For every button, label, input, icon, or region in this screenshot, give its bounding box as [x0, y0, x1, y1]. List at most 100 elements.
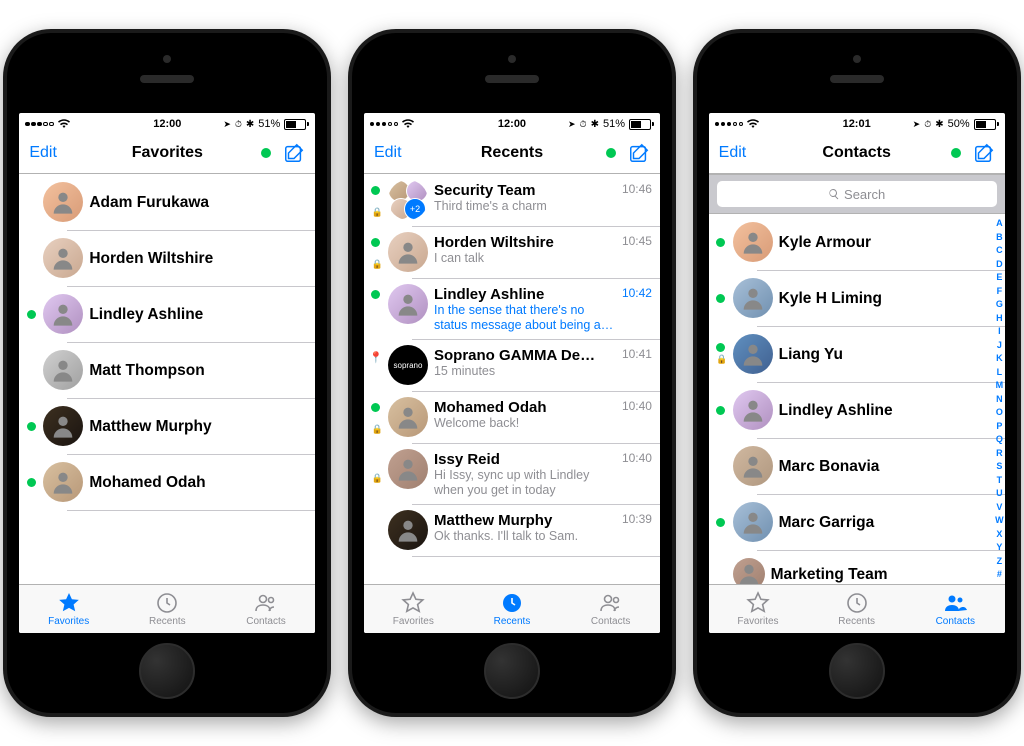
list-item[interactable]: Lindley Ashline	[709, 382, 1005, 438]
index-letter[interactable]: T	[995, 475, 1004, 486]
list-item[interactable]: Lindley Ashline In the sense that there'…	[364, 278, 660, 339]
tab-contacts[interactable]: Contacts	[906, 585, 1005, 633]
alarm-icon: ⏱	[924, 119, 931, 130]
signal-dots-icon	[370, 122, 399, 127]
message-preview: Welcome back!	[434, 416, 616, 431]
tab-contacts[interactable]: Contacts	[217, 585, 316, 633]
index-letter[interactable]: L	[995, 367, 1004, 378]
avatar	[733, 334, 773, 374]
brand-logo: soprano	[394, 361, 423, 370]
recents-list[interactable]: 🔒 +2 Security Team Third time's a charm …	[364, 174, 660, 584]
tab-label: Favorites	[48, 616, 89, 627]
edit-button[interactable]: Edit	[374, 144, 402, 162]
index-letter[interactable]: W	[995, 515, 1004, 526]
index-letter[interactable]: P	[995, 421, 1004, 432]
list-item[interactable]: 📍 soprano Soprano GAMMA De… 15 minutes 1…	[364, 339, 660, 391]
contacts-list[interactable]: Kyle Armour Kyle H Liming 🔒 Liang Yu	[709, 214, 1005, 584]
list-item[interactable]: Marketing Team	[709, 550, 1005, 584]
tab-recents[interactable]: Recents	[463, 585, 562, 633]
wifi-icon	[402, 118, 414, 131]
home-button[interactable]	[484, 643, 540, 699]
list-item[interactable]: Marc Garriga	[709, 494, 1005, 550]
index-letter[interactable]: M	[995, 380, 1004, 391]
avatar	[388, 232, 428, 272]
index-letter[interactable]: I	[995, 326, 1004, 337]
favorites-list[interactable]: Adam Furukawa Horden Wiltshire Lindley A…	[19, 174, 315, 584]
edit-button[interactable]: Edit	[29, 144, 57, 162]
index-letter[interactable]: Y	[995, 542, 1004, 553]
index-letter[interactable]: D	[995, 259, 1004, 270]
list-item[interactable]: 🔒 Horden Wiltshire I can talk 10:45	[364, 226, 660, 278]
list-item[interactable]: Kyle H Liming	[709, 270, 1005, 326]
tab-recents[interactable]: Recents	[807, 585, 906, 633]
index-letter[interactable]: #	[995, 569, 1004, 580]
location-pin-icon: 📍	[369, 351, 383, 364]
tab-favorites[interactable]: Favorites	[364, 585, 463, 633]
avatar	[733, 558, 765, 584]
list-item[interactable]: 🔒 Mohamed Odah Welcome back! 10:40	[364, 391, 660, 443]
location-icon: ➤	[223, 119, 231, 130]
home-button[interactable]	[139, 643, 195, 699]
index-letter[interactable]: H	[995, 313, 1004, 324]
tab-favorites[interactable]: Favorites	[709, 585, 808, 633]
list-item[interactable]: 🔒 Liang Yu	[709, 326, 1005, 382]
tab-favorites[interactable]: Favorites	[19, 585, 118, 633]
index-letter[interactable]: V	[995, 502, 1004, 513]
list-item[interactable]: Horden Wiltshire	[19, 230, 315, 286]
edit-button[interactable]: Edit	[719, 144, 747, 162]
index-letter[interactable]: J	[995, 340, 1004, 351]
list-item[interactable]: 🔒 +2 Security Team Third time's a charm …	[364, 174, 660, 226]
index-letter[interactable]: B	[995, 232, 1004, 243]
tab-recents[interactable]: Recents	[118, 585, 217, 633]
index-letter[interactable]: K	[995, 353, 1004, 364]
index-letter[interactable]: O	[995, 407, 1004, 418]
index-letter[interactable]: N	[995, 394, 1004, 405]
timestamp: 10:46	[622, 180, 652, 196]
avatar	[733, 390, 773, 430]
list-item[interactable]: Matthew Murphy	[19, 398, 315, 454]
timestamp: 10:45	[622, 232, 652, 248]
index-letter[interactable]: A	[995, 218, 1004, 229]
list-item[interactable]: Matthew Murphy Ok thanks. I'll talk to S…	[364, 504, 660, 556]
index-letter[interactable]: U	[995, 488, 1004, 499]
phone-frame: 12:00 ➤ ⏱ ✱ 51% Edit Recents	[348, 29, 676, 717]
presence-icon	[716, 406, 725, 415]
index-letter[interactable]: Z	[995, 556, 1004, 567]
tab-contacts[interactable]: Contacts	[561, 585, 660, 633]
index-letter[interactable]: C	[995, 245, 1004, 256]
index-letter[interactable]: Q	[995, 434, 1004, 445]
contact-name: Soprano GAMMA De…	[434, 347, 616, 364]
compose-button[interactable]	[628, 142, 650, 164]
index-letter[interactable]: R	[995, 448, 1004, 459]
list-item[interactable]: Adam Furukawa	[19, 174, 315, 230]
battery-icon	[629, 119, 654, 130]
home-button[interactable]	[829, 643, 885, 699]
presence-icon	[716, 294, 725, 303]
presence-icon	[371, 403, 380, 412]
list-item[interactable]: Matt Thompson	[19, 342, 315, 398]
list-item[interactable]: Marc Bonavia	[709, 438, 1005, 494]
search-placeholder: Search	[844, 187, 885, 202]
compose-button[interactable]	[283, 142, 305, 164]
index-letter[interactable]: E	[995, 272, 1004, 283]
compose-button[interactable]	[973, 142, 995, 164]
avatar: soprano	[388, 345, 428, 385]
presence-icon	[716, 518, 725, 527]
index-letter[interactable]: X	[995, 529, 1004, 540]
online-indicator-icon	[951, 148, 961, 158]
speaker-slot	[830, 75, 884, 83]
index-letter[interactable]: G	[995, 299, 1004, 310]
alpha-index[interactable]: ABCDEFGHIJKLMNOPQRSTUVWXYZ #	[995, 218, 1004, 580]
search-input[interactable]: Search	[717, 181, 997, 207]
status-bar: 12:00 ➤ ⏱ ✱ 51%	[364, 113, 660, 133]
index-letter[interactable]: S	[995, 461, 1004, 472]
list-item[interactable]: Kyle Armour	[709, 214, 1005, 270]
list-item[interactable]: Mohamed Odah	[19, 454, 315, 510]
tab-bar: Favorites Recents Contacts	[364, 584, 660, 633]
list-item[interactable]: 🔒 Issy Reid Hi Issy, sync up with Lindle…	[364, 443, 660, 504]
presence-icon	[27, 422, 36, 431]
list-item[interactable]: Lindley Ashline	[19, 286, 315, 342]
avatar	[733, 222, 773, 262]
screen: 12:00 ➤ ⏱ ✱ 51% Edit Recents	[364, 113, 660, 633]
index-letter[interactable]: F	[995, 286, 1004, 297]
